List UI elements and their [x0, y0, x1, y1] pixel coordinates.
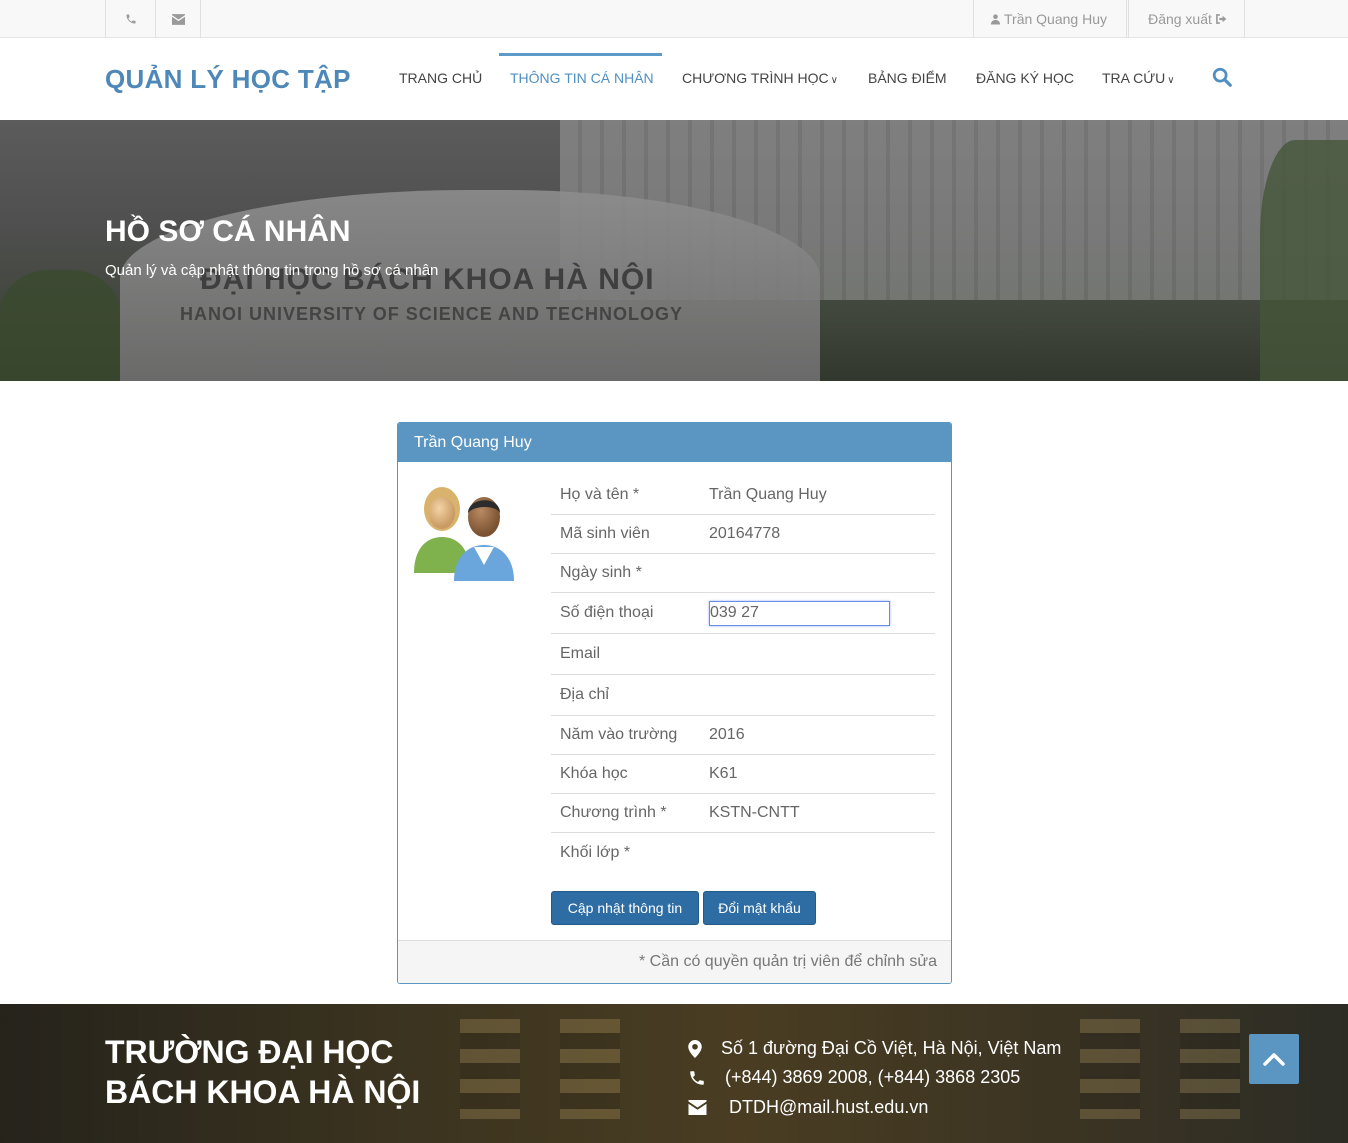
hero-background-trees [1260, 140, 1348, 381]
search-icon[interactable] [1211, 66, 1233, 93]
phone-icon [126, 14, 135, 24]
change-password-button[interactable]: Đổi mật khẩu [703, 891, 816, 925]
field-label: Mã sinh viên [560, 525, 650, 542]
panel-header: Trần Quang Huy [398, 423, 951, 462]
footer-background-building [1080, 1019, 1140, 1119]
hero-background-trees [0, 270, 120, 381]
users-avatar-icon [414, 487, 514, 581]
field-label: Ngày sinh * [560, 564, 642, 581]
field-label: Số điện thoại [560, 604, 654, 621]
chevron-down-icon: ∨ [830, 75, 838, 86]
field-value: 2016 [709, 726, 745, 743]
user-menu[interactable]: Trần Quang Huy [973, 0, 1127, 38]
brand-logo[interactable]: QUẢN LÝ HỌC TẬP [105, 64, 351, 95]
field-value: Trần Quang Huy [709, 486, 827, 503]
top-utility-bar: Trần Quang Huy Đăng xuất [0, 0, 1348, 38]
chevron-down-icon: ∨ [1167, 75, 1175, 86]
site-footer: TRƯỜNG ĐẠI HỌC BÁCH KHOA HÀ NỘI Số 1 đườ… [0, 1004, 1348, 1143]
field-row-email: Email [551, 634, 935, 675]
active-tab-indicator [499, 53, 662, 56]
page-title: HỒ SƠ CÁ NHÂN [105, 215, 351, 248]
envelope-icon [688, 1100, 707, 1115]
footer-background-building [560, 1019, 620, 1119]
phone-link[interactable] [105, 0, 156, 38]
page-subtitle: Quản lý và cập nhật thông tin trong hồ s… [105, 262, 439, 279]
footer-background-building [1180, 1019, 1240, 1119]
footer-title-line: BÁCH KHOA HÀ NỘI [105, 1074, 421, 1110]
phone-text: (+844) 3869 2008, (+844) 3868 2305 [725, 1067, 1021, 1087]
field-row-birthdate: Ngày sinh * [551, 554, 935, 593]
phone-input[interactable] [709, 600, 890, 626]
footer-title-line: TRƯỜNG ĐẠI HỌC [105, 1034, 394, 1070]
field-row-class: Khối lớp * [551, 833, 935, 872]
field-row-address: Địa chỉ [551, 675, 935, 716]
field-value: 20164778 [709, 525, 781, 542]
field-row-fullname: Họ và tên * Trần Quang Huy [551, 476, 935, 515]
nav-item-program[interactable]: CHƯƠNG TRÌNH HỌC ∨ [682, 70, 838, 86]
back-to-top-button[interactable] [1249, 1034, 1299, 1084]
nav-item-lookup[interactable]: TRA CỨU ∨ [1102, 70, 1175, 86]
field-row-student-id: Mã sinh viên 20164778 [551, 515, 935, 554]
hero-banner: ĐẠI HỌC BÁCH KHOA HÀ NỘI HANOI UNIVERSIT… [0, 120, 1348, 381]
nav-item-home[interactable]: TRANG CHỦ [399, 70, 482, 86]
panel-footer-note: * Cần có quyền quản trị viên để chỉnh sử… [398, 940, 951, 983]
footer-address: Số 1 đường Đại Cồ Việt, Hà Nội, Việt Nam [688, 1038, 1061, 1059]
field-label: Khóa học [560, 765, 628, 782]
field-row-program: Chương trình * KSTN-CNTT [551, 794, 935, 833]
user-icon [990, 14, 1001, 25]
field-label: Email [560, 645, 601, 662]
logout-link[interactable]: Đăng xuất [1128, 0, 1245, 38]
update-info-button[interactable]: Cập nhật thông tin [551, 891, 699, 925]
main-navbar: QUẢN LÝ HỌC TẬP TRANG CHỦ THÔNG TIN CÁ N… [0, 38, 1348, 120]
profile-panel: Trần Quang Huy Họ và tên * Trần Quang Hu… [397, 422, 952, 984]
footer-title: TRƯỜNG ĐẠI HỌC BÁCH KHOA HÀ NỘI [105, 1032, 420, 1112]
mail-link[interactable] [155, 0, 201, 38]
field-label: Chương trình * [560, 804, 667, 821]
field-row-enroll-year: Năm vào trường 2016 [551, 716, 935, 755]
field-label: Khối lớp * [560, 843, 631, 861]
avatar [412, 481, 520, 590]
map-marker-icon [688, 1039, 702, 1058]
field-label: Địa chỉ [560, 686, 609, 703]
rock-inscription-en: HANOI UNIVERSITY OF SCIENCE AND TECHNOLO… [180, 304, 684, 324]
field-row-phone: Số điện thoại [551, 593, 935, 634]
nav-item-personal-info[interactable]: THÔNG TIN CÁ NHÂN [510, 70, 654, 86]
footer-phone: (+844) 3869 2008, (+844) 3868 2305 [688, 1067, 1020, 1088]
sign-out-icon [1215, 14, 1227, 24]
field-label: Họ và tên * [560, 486, 640, 503]
phone-icon [690, 1070, 704, 1085]
logout-label: Đăng xuất [1148, 11, 1212, 27]
email-text: DTDH@mail.hust.edu.vn [729, 1097, 929, 1117]
address-text: Số 1 đường Đại Cồ Việt, Hà Nội, Việt Nam [721, 1038, 1062, 1058]
chevron-up-icon [1263, 1053, 1285, 1066]
field-label: Năm vào trường [560, 726, 678, 743]
footer-background-building [460, 1019, 520, 1119]
field-row-cohort: Khóa học K61 [551, 755, 935, 794]
field-value: K61 [709, 765, 738, 782]
nav-item-registration[interactable]: ĐĂNG KÝ HỌC [976, 70, 1074, 86]
footer-email: DTDH@mail.hust.edu.vn [688, 1097, 928, 1118]
user-name: Trần Quang Huy [1004, 11, 1107, 27]
envelope-icon [171, 13, 185, 25]
field-value: KSTN-CNTT [709, 804, 800, 821]
nav-item-grades[interactable]: BẢNG ĐIỂM [868, 70, 947, 86]
profile-info-table: Họ và tên * Trần Quang Huy Mã sinh viên … [551, 476, 935, 872]
